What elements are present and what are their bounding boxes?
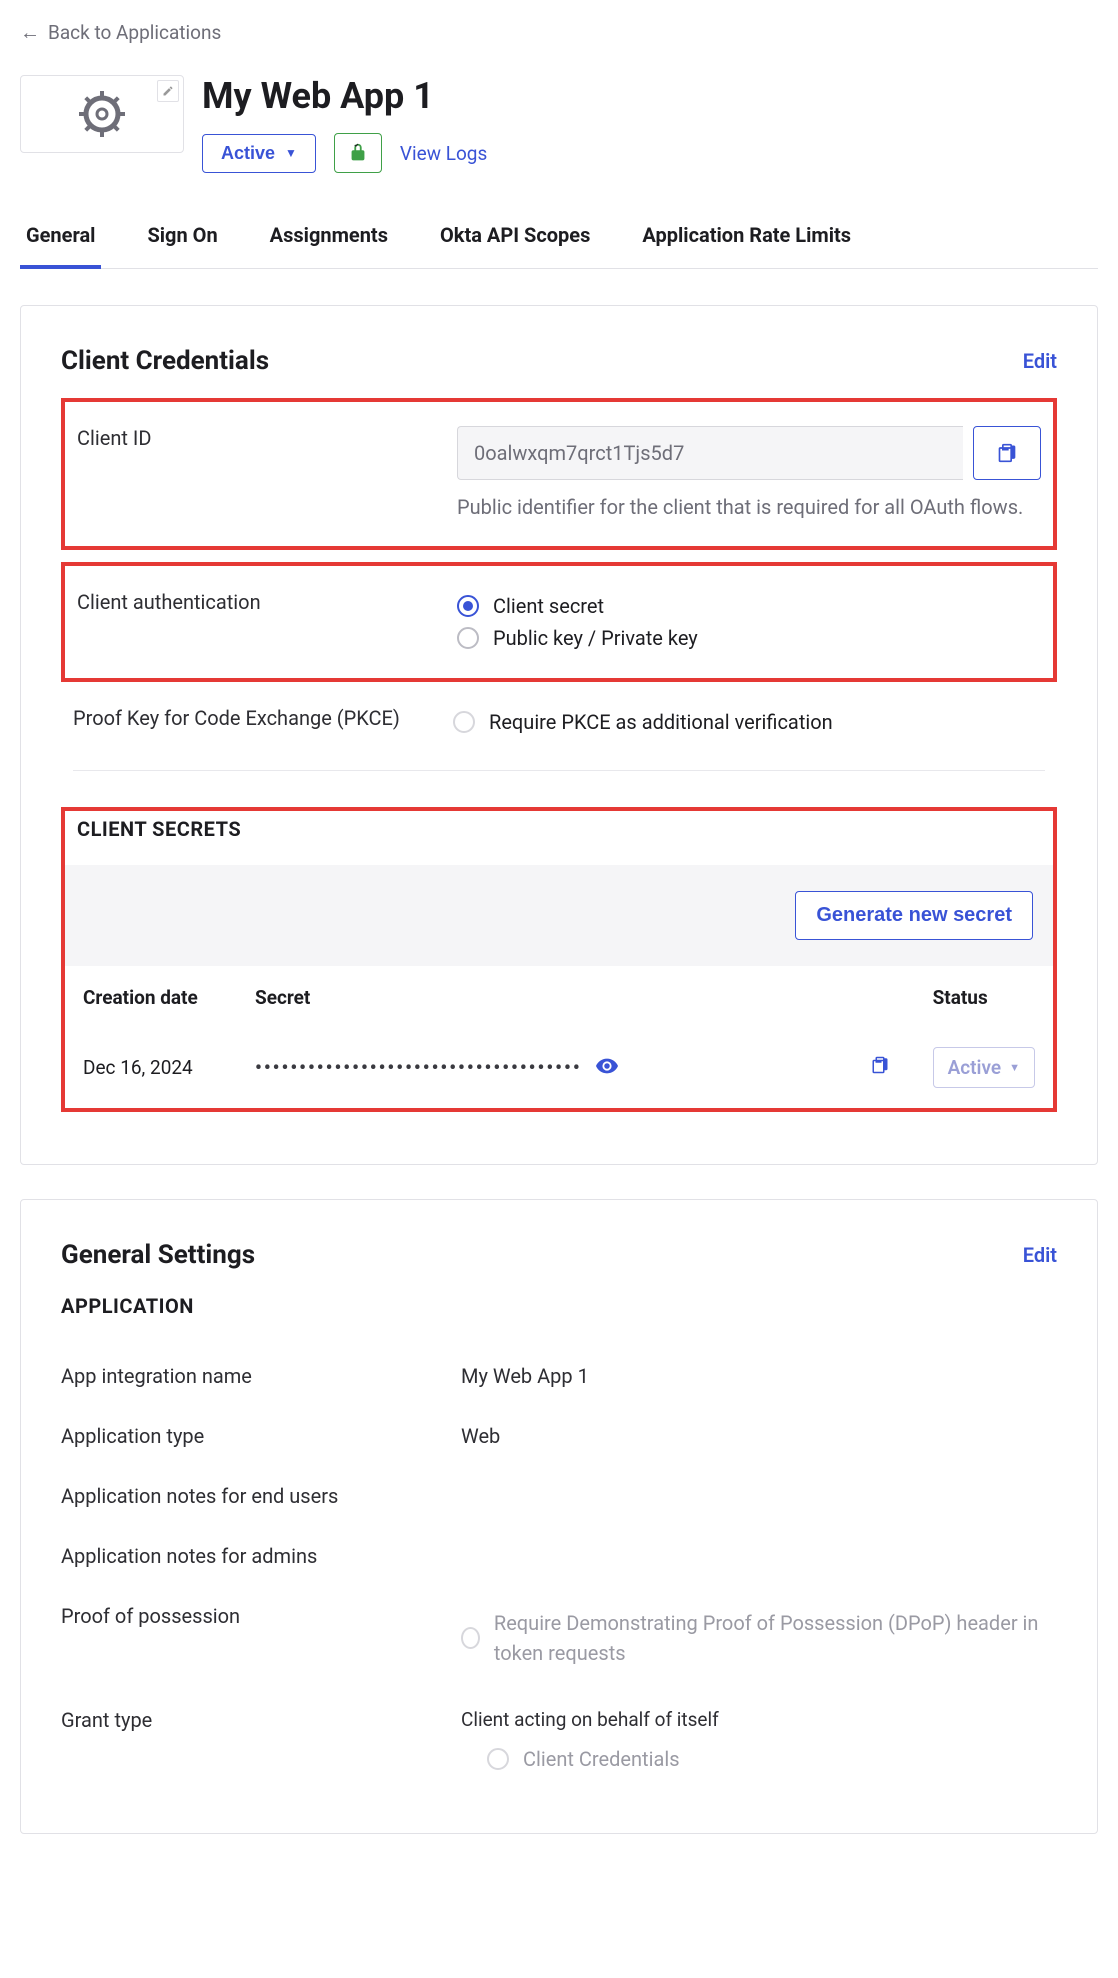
col-creation-date: Creation date (67, 968, 237, 1027)
checkbox-icon (453, 711, 475, 733)
app-header: My Web App 1 Active ▼ View Logs (20, 75, 1098, 173)
radio-icon (457, 627, 479, 649)
app-actions: Active ▼ View Logs (202, 133, 487, 173)
client-credentials-panel: Client Credentials Edit Client ID 0oalwx… (20, 305, 1098, 1165)
notes-users-row: Application notes for end users (61, 1466, 1057, 1526)
edit-credentials-link[interactable]: Edit (1023, 349, 1057, 373)
table-row: Dec 16, 2024 •••••••••••••••••••••••••••… (67, 1029, 1051, 1106)
chevron-down-icon: ▼ (285, 146, 297, 160)
tab-okta-api-scopes[interactable]: Okta API Scopes (434, 213, 596, 268)
reveal-secret-button[interactable] (596, 1056, 618, 1079)
pkce-option-label: Require PKCE as additional verification (489, 710, 833, 734)
grant-client-credentials-option[interactable]: Client Credentials (461, 1743, 1057, 1775)
key-indicator[interactable] (334, 133, 382, 173)
pkce-checkbox-option[interactable]: Require PKCE as additional verification (453, 706, 1045, 738)
client-credentials-title: Client Credentials (61, 346, 269, 376)
col-secret: Secret (239, 968, 853, 1027)
pop-option-label: Require Demonstrating Proof of Possessio… (494, 1608, 1057, 1668)
grant-subhead: Client acting on behalf of itself (461, 1708, 1057, 1731)
eye-icon (596, 1058, 618, 1074)
edit-icon-button[interactable] (157, 80, 179, 102)
tab-sign-on[interactable]: Sign On (141, 213, 223, 268)
client-id-value-area: 0oalwxqm7qrct1Tjs5d7 Public identifier f… (457, 426, 1041, 522)
grant-type-row: Grant type Client acting on behalf of it… (61, 1690, 1057, 1793)
app-type-label: Application type (61, 1424, 461, 1448)
client-id-label: Client ID (77, 426, 457, 450)
panel-head: General Settings Edit (61, 1240, 1057, 1270)
app-type-row: Application type Web (61, 1406, 1057, 1466)
table-header-row: Creation date Secret Status (67, 968, 1051, 1027)
copy-client-id-button[interactable] (973, 426, 1041, 480)
app-name-row: App integration name My Web App 1 (61, 1346, 1057, 1406)
application-section-title: APPLICATION (61, 1294, 1057, 1318)
copy-secret-button[interactable] (871, 1057, 889, 1080)
clipboard-icon (871, 1055, 889, 1075)
secret-date: Dec 16, 2024 (67, 1029, 237, 1106)
app-title: My Web App 1 (202, 75, 487, 117)
panel-head: Client Credentials Edit (61, 346, 1057, 376)
notes-users-label: Application notes for end users (61, 1484, 461, 1508)
client-secrets-heading: CLIENT SECRETS (65, 811, 1053, 865)
status-dropdown[interactable]: Active ▼ (202, 134, 316, 173)
radio-public-key[interactable]: Public key / Private key (457, 622, 1041, 654)
radio-icon (457, 595, 479, 617)
client-auth-highlight: Client authentication Client secret Publ… (61, 562, 1057, 682)
key-lock-icon (347, 142, 369, 164)
chevron-down-icon: ▼ (1009, 1061, 1020, 1074)
divider (73, 770, 1045, 771)
tab-general[interactable]: General (20, 213, 101, 269)
pop-label: Proof of possession (61, 1604, 461, 1672)
secret-status-dropdown[interactable]: Active ▼ (933, 1047, 1035, 1088)
radio-label: Public key / Private key (493, 626, 698, 650)
pop-checkbox-option[interactable]: Require Demonstrating Proof of Possessio… (461, 1604, 1057, 1672)
app-name-value: My Web App 1 (461, 1364, 1057, 1388)
checkbox-icon (461, 1627, 480, 1649)
client-id-highlight: Client ID 0oalwxqm7qrct1Tjs5d7 Public id… (61, 398, 1057, 550)
col-status: Status (917, 968, 1051, 1027)
tab-assignments[interactable]: Assignments (264, 213, 394, 268)
pencil-icon (162, 85, 174, 97)
secrets-table: Creation date Secret Status Dec 16, 2024… (65, 966, 1053, 1108)
radio-icon (487, 1748, 509, 1770)
generate-secret-button[interactable]: Generate new secret (795, 891, 1033, 940)
client-id-help: Public identifier for the client that is… (457, 492, 1041, 522)
pkce-label: Proof Key for Code Exchange (PKCE) (73, 706, 453, 738)
clipboard-icon (997, 443, 1017, 463)
notes-admins-row: Application notes for admins (61, 1526, 1057, 1586)
client-id-row: Client ID 0oalwxqm7qrct1Tjs5d7 Public id… (77, 416, 1041, 532)
app-title-area: My Web App 1 Active ▼ View Logs (202, 75, 487, 173)
arrow-left-icon: ← (20, 20, 40, 45)
notes-admins-label: Application notes for admins (61, 1544, 461, 1568)
radio-client-secret[interactable]: Client secret (457, 590, 1041, 622)
general-settings-title: General Settings (61, 1240, 255, 1270)
secret-status-label: Active (948, 1056, 1002, 1079)
client-auth-row: Client authentication Client secret Publ… (77, 580, 1041, 664)
notes-admins-value (461, 1544, 1057, 1568)
secret-masked: ••••••••••••••••••••••••••••••••••••• (255, 1056, 582, 1079)
notes-users-value (461, 1484, 1057, 1508)
client-id-input[interactable]: 0oalwxqm7qrct1Tjs5d7 (457, 426, 963, 480)
pop-row: Proof of possession Require Demonstratin… (61, 1586, 1057, 1690)
generate-secret-bar: Generate new secret (65, 865, 1053, 966)
back-link-label: Back to Applications (48, 21, 221, 44)
general-settings-panel: General Settings Edit APPLICATION App in… (20, 1199, 1098, 1834)
client-secrets-highlight: CLIENT SECRETS Generate new secret Creat… (61, 807, 1057, 1112)
client-auth-label: Client authentication (77, 590, 457, 614)
app-icon-box (20, 75, 184, 153)
back-to-applications-link[interactable]: ← Back to Applications (20, 20, 221, 45)
grant-option-label: Client Credentials (523, 1747, 680, 1771)
tabs: General Sign On Assignments Okta API Sco… (20, 213, 1098, 269)
pkce-row: Proof Key for Code Exchange (PKCE) Requi… (21, 694, 1097, 750)
grant-type-label: Grant type (61, 1708, 461, 1775)
gear-icon (77, 89, 127, 139)
status-dropdown-label: Active (221, 143, 275, 164)
view-logs-link[interactable]: View Logs (400, 142, 487, 165)
radio-label: Client secret (493, 594, 604, 618)
app-type-value: Web (461, 1424, 1057, 1448)
tab-rate-limits[interactable]: Application Rate Limits (636, 213, 857, 268)
edit-general-settings-link[interactable]: Edit (1023, 1243, 1057, 1267)
app-name-label: App integration name (61, 1364, 461, 1388)
